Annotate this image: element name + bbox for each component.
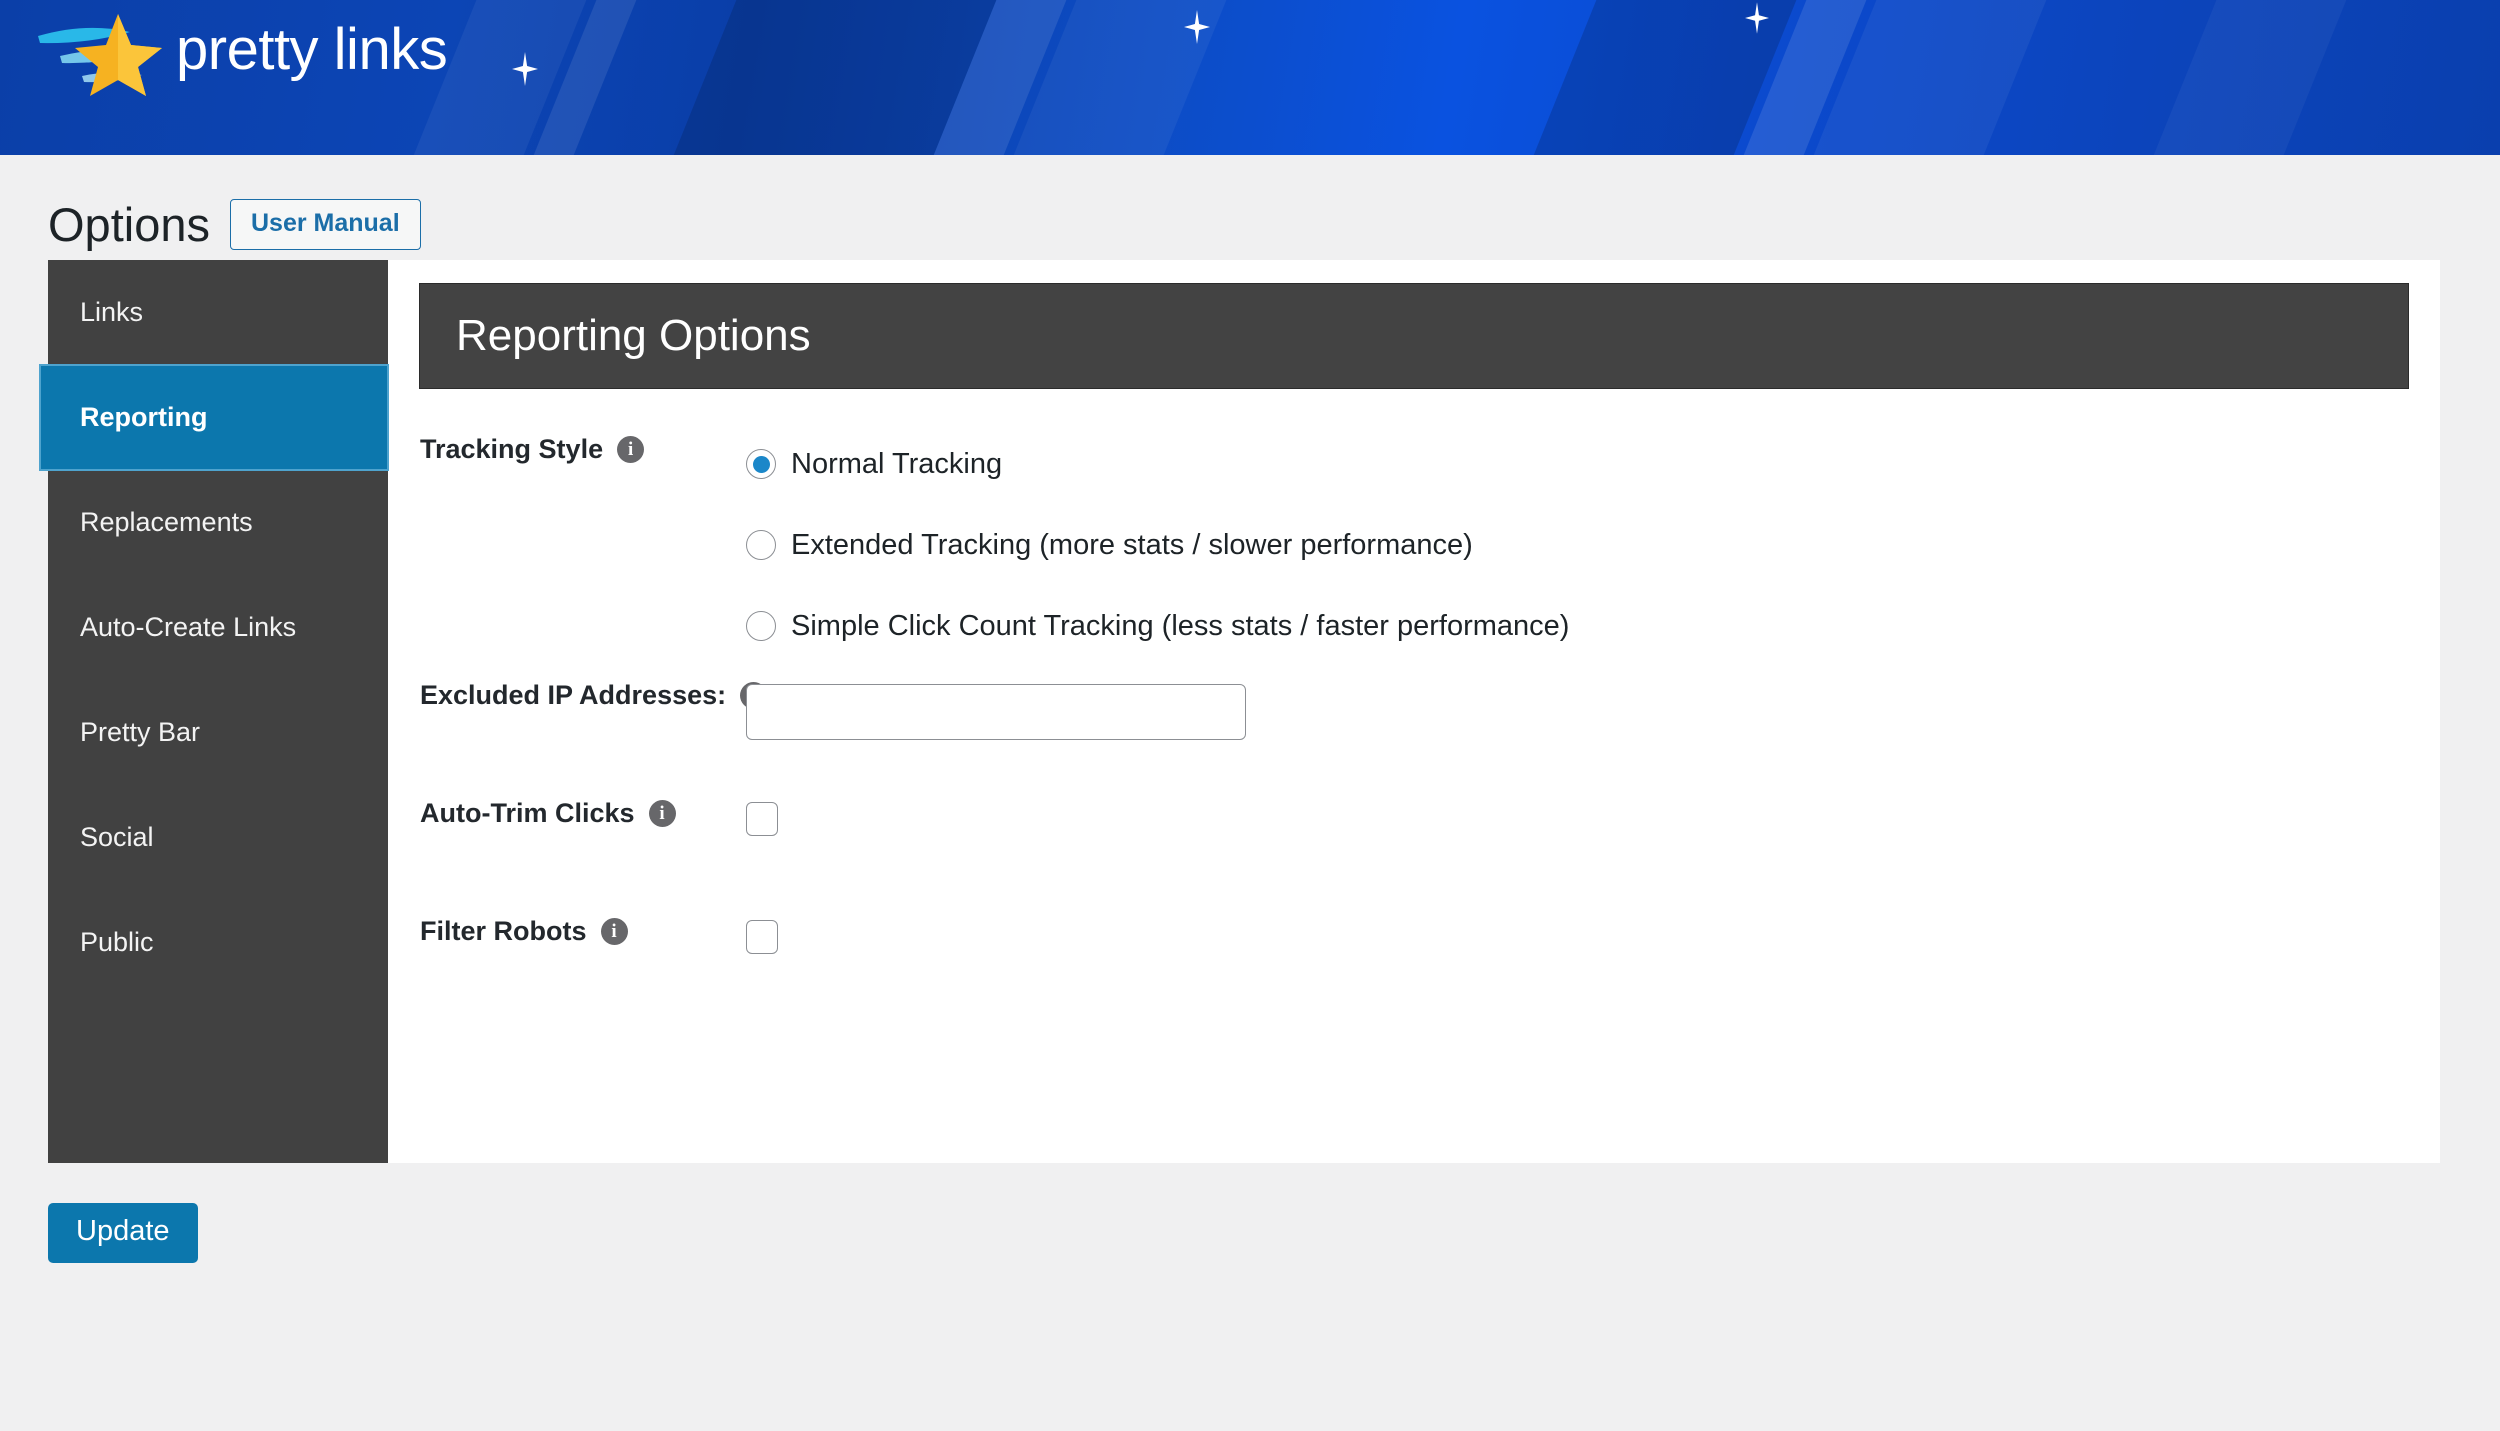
sidebar-item-public[interactable]: Public	[48, 890, 388, 995]
panel-header: Reporting Options	[419, 283, 2409, 389]
radio-indicator[interactable]	[746, 611, 776, 641]
sidebar-item-pretty-bar[interactable]: Pretty Bar	[48, 680, 388, 785]
sidebar-item-label: Reporting	[80, 402, 208, 432]
radio-simple-click-count-tracking[interactable]: Simple Click Count Tracking (less stats …	[746, 600, 1569, 652]
radio-label: Simple Click Count Tracking (less stats …	[791, 609, 1570, 642]
sidebar-item-replacements[interactable]: Replacements	[48, 470, 388, 575]
page-header: Options User Manual	[0, 155, 2500, 260]
auto-trim-clicks-checkbox[interactable]	[746, 802, 778, 836]
radio-label: Normal Tracking	[791, 447, 1003, 480]
radio-label: Extended Tracking (more stats / slower p…	[791, 528, 1473, 561]
radio-extended-tracking[interactable]: Extended Tracking (more stats / slower p…	[746, 519, 1569, 571]
radio-indicator[interactable]	[746, 530, 776, 560]
update-button[interactable]: Update	[48, 1203, 198, 1263]
logo[interactable]: pretty links	[34, 10, 448, 96]
filter-robots-checkbox[interactable]	[746, 920, 778, 954]
options-sidebar: Links Reporting Replacements Auto-Create…	[39, 260, 389, 1163]
sidebar-item-label: Links	[80, 297, 144, 327]
radio-indicator[interactable]	[746, 449, 776, 479]
sidebar-item-reporting[interactable]: Reporting	[39, 364, 389, 471]
info-icon[interactable]: i	[648, 800, 676, 827]
sidebar-item-social[interactable]: Social	[48, 785, 388, 890]
options-content: Reporting Options Tracking Style i Norma…	[388, 260, 2440, 1163]
excluded-ips-input[interactable]	[746, 684, 1246, 740]
excluded-ips-control	[728, 682, 1246, 740]
radio-normal-tracking[interactable]: Normal Tracking	[746, 438, 1569, 490]
info-icon[interactable]: i	[600, 918, 628, 945]
sidebar-item-label: Public	[80, 927, 154, 957]
banner-stripe	[2119, 0, 2371, 155]
filter-robots-label: Filter Robots i	[388, 918, 728, 945]
tracking-style-radio-group: Normal Tracking Extended Tracking (more …	[728, 436, 1569, 652]
options-layout: Links Reporting Replacements Auto-Create…	[39, 260, 2440, 1163]
sidebar-item-links[interactable]: Links	[48, 260, 388, 365]
filter-robots-control	[728, 918, 778, 954]
field-row-auto-trim-clicks: Auto-Trim Clicks i	[388, 800, 2440, 888]
page-title: Options	[48, 198, 210, 251]
sidebar-item-label: Pretty Bar	[80, 717, 201, 747]
sidebar-item-label: Auto-Create Links	[80, 612, 297, 642]
field-row-tracking-style: Tracking Style i Normal Tracking Extende…	[388, 436, 2440, 652]
sidebar-item-label: Social	[80, 822, 154, 852]
logo-text: pretty links	[176, 17, 448, 82]
field-row-excluded-ips: Excluded IP Addresses: i	[388, 682, 2440, 770]
auto-trim-clicks-control	[728, 800, 778, 836]
sidebar-item-label: Replacements	[80, 507, 253, 537]
tracking-style-label: Tracking Style i	[388, 436, 728, 463]
sidebar-item-auto-create-links[interactable]: Auto-Create Links	[48, 575, 388, 680]
auto-trim-clicks-label: Auto-Trim Clicks i	[388, 800, 728, 827]
brand-banner: pretty links	[0, 0, 2500, 155]
star-swoosh-logo-icon	[34, 10, 162, 96]
field-row-filter-robots: Filter Robots i	[388, 918, 2440, 1006]
excluded-ips-label: Excluded IP Addresses: i	[388, 682, 768, 709]
reporting-options-form: Tracking Style i Normal Tracking Extende…	[388, 388, 2440, 1006]
user-manual-button[interactable]: User Manual	[229, 199, 421, 250]
info-icon[interactable]: i	[617, 436, 645, 463]
panel-title: Reporting Options	[456, 311, 811, 360]
form-footer: Update	[0, 1163, 2500, 1263]
